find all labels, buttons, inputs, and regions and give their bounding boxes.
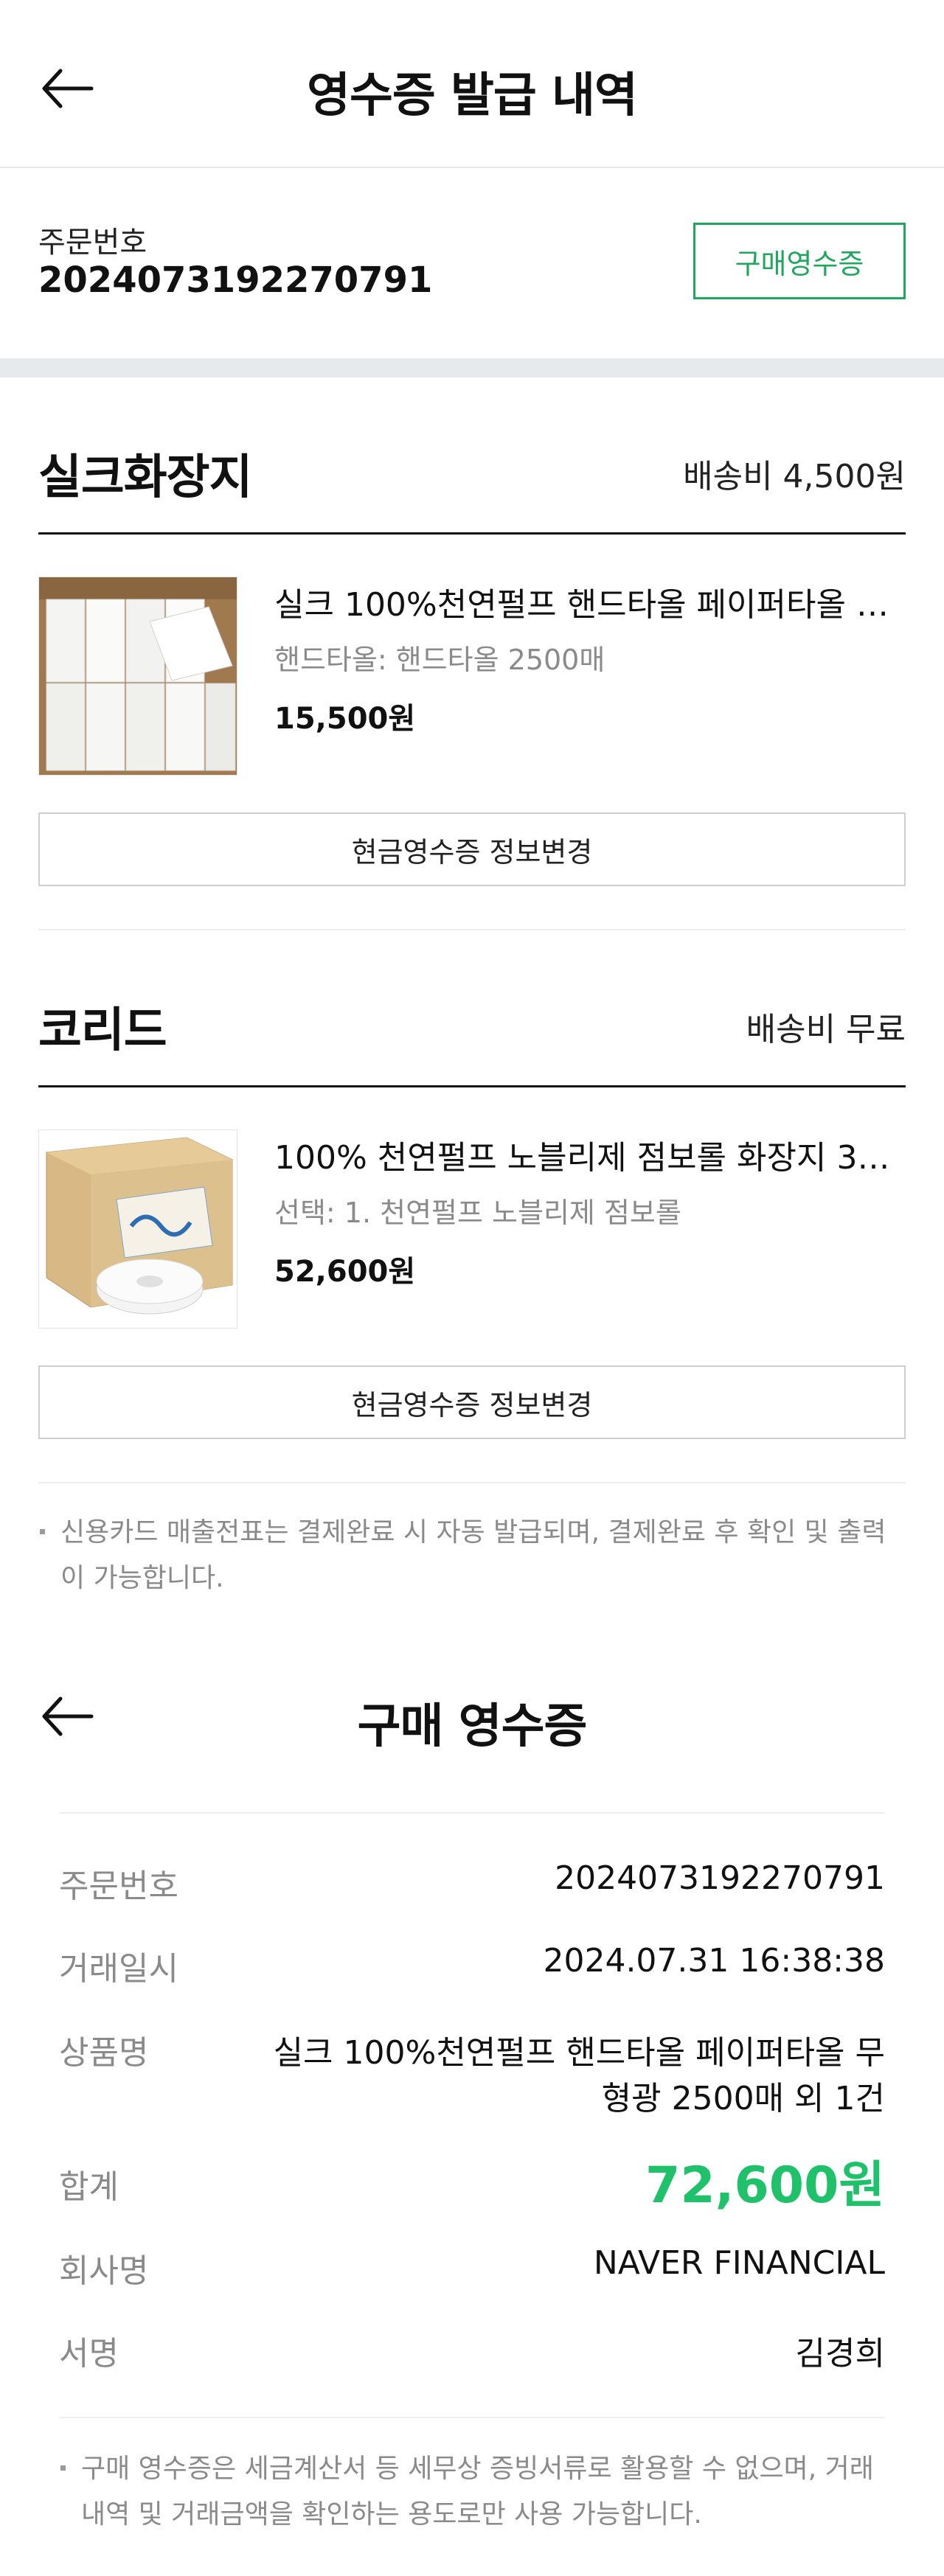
product-title[interactable]: 100% 천연펄프 노블리제 점보롤 화장지 3겹 300m 16롤 [274, 1131, 906, 1178]
purchase-receipt-button[interactable]: 구매영수증 [693, 223, 906, 299]
transaction-date-label: 거래일시 [59, 1950, 178, 1988]
seller-divider [38, 1085, 906, 1087]
cash-receipt-change-button[interactable]: 현금영수증 정보변경 [38, 812, 906, 886]
seller-divider [38, 532, 906, 535]
company-label: 회사명 [59, 2252, 149, 2290]
company-value: NAVER FINANCIAL [593, 2244, 885, 2282]
order-number-label: 주문번호 [59, 1867, 178, 1905]
product-option: 핸드타올: 핸드타올 2500매 [274, 644, 605, 676]
receipt-bottom-divider [59, 2417, 885, 2418]
product-image[interactable] [38, 577, 237, 776]
block-divider [38, 929, 906, 930]
order-number-label: 주문번호 [38, 226, 148, 260]
seller-name: 실크화장지 [38, 450, 252, 505]
shipping-fee: 배송비 4,500원 [683, 458, 906, 495]
transaction-date-value: 2024.07.31 16:38:38 [543, 1942, 885, 1980]
total-label: 합계 [59, 2168, 119, 2206]
order-number-value: 2024073192270791 [555, 1859, 885, 1897]
product-name-line1: 실크 100%천연펄프 핸드타올 페이퍼타올 무 [273, 2034, 885, 2072]
product-option: 선택: 1. 천연펄프 노블리제 점보롤 [274, 1197, 681, 1229]
product-price: 15,500원 [274, 702, 416, 736]
product-price: 52,600원 [274, 1255, 416, 1289]
bullet-icon [60, 2465, 66, 2471]
card-slip-notice: 신용카드 매출전표는 결제완료 시 자동 발급되며, 결제완료 후 확인 및 출… [38, 1510, 906, 1601]
signature-value: 김경희 [795, 2335, 885, 2373]
bullet-icon [40, 1529, 45, 1534]
page-title: 영수증 발급 내역 [307, 69, 638, 123]
shipping-fee: 배송비 무료 [746, 1011, 906, 1048]
notice-text: 신용카드 매출전표는 결제완료 시 자동 발급되며, 결제완료 후 확인 및 출… [60, 1517, 886, 1593]
hand-towel-image [39, 577, 237, 775]
total-amount: 72,600원 [645, 2156, 885, 2215]
product-title[interactable]: 실크 100%천연펄프 핸드타올 페이퍼타올 무형광 2500매 [274, 578, 906, 625]
cash-receipt-change-button[interactable]: 현금영수증 정보변경 [38, 1365, 906, 1439]
product-name-line2: 형광 2500매 외 1건 [601, 2080, 885, 2117]
order-number: 2024073192270791 [38, 260, 433, 301]
product-name-label: 상품명 [59, 2034, 149, 2072]
seller-name: 코리드 [38, 1003, 167, 1058]
receipt-title: 구매 영수증 [357, 1699, 588, 1754]
receipt-notice-text: 구매 영수증은 세금계산서 등 세무상 증빙서류로 활용할 수 없으며, 거래내… [81, 2454, 874, 2530]
jumbo-roll-image [39, 1130, 237, 1328]
section-divider [0, 358, 944, 377]
product-image[interactable] [38, 1129, 237, 1329]
receipt-top-divider [59, 1812, 885, 1814]
block-divider [38, 1482, 906, 1483]
signature-label: 서명 [59, 2335, 119, 2373]
top-app-bar: 영수증 발급 내역 [0, 0, 944, 168]
receipt-notice: 구매 영수증은 세금계산서 등 세무상 증빙서류로 활용할 수 없으며, 거래내… [59, 2446, 892, 2538]
